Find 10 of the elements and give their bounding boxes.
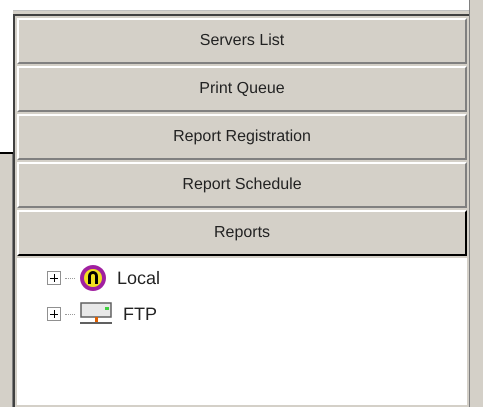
panel-button[interactable]: Servers List [17, 18, 467, 64]
tree-item-label[interactable]: Local [117, 264, 160, 292]
network-drive-icon [79, 301, 113, 327]
panel-button[interactable]: Print Queue [17, 66, 467, 112]
panel-button[interactable]: Report Schedule [17, 162, 467, 208]
panel-button[interactable]: Report Registration [17, 114, 467, 160]
expand-toggle-icon[interactable] [47, 307, 61, 321]
panel-button[interactable]: Reports [17, 210, 467, 256]
tree-item-label[interactable]: FTP [123, 300, 157, 328]
expand-toggle-icon[interactable] [47, 271, 61, 285]
